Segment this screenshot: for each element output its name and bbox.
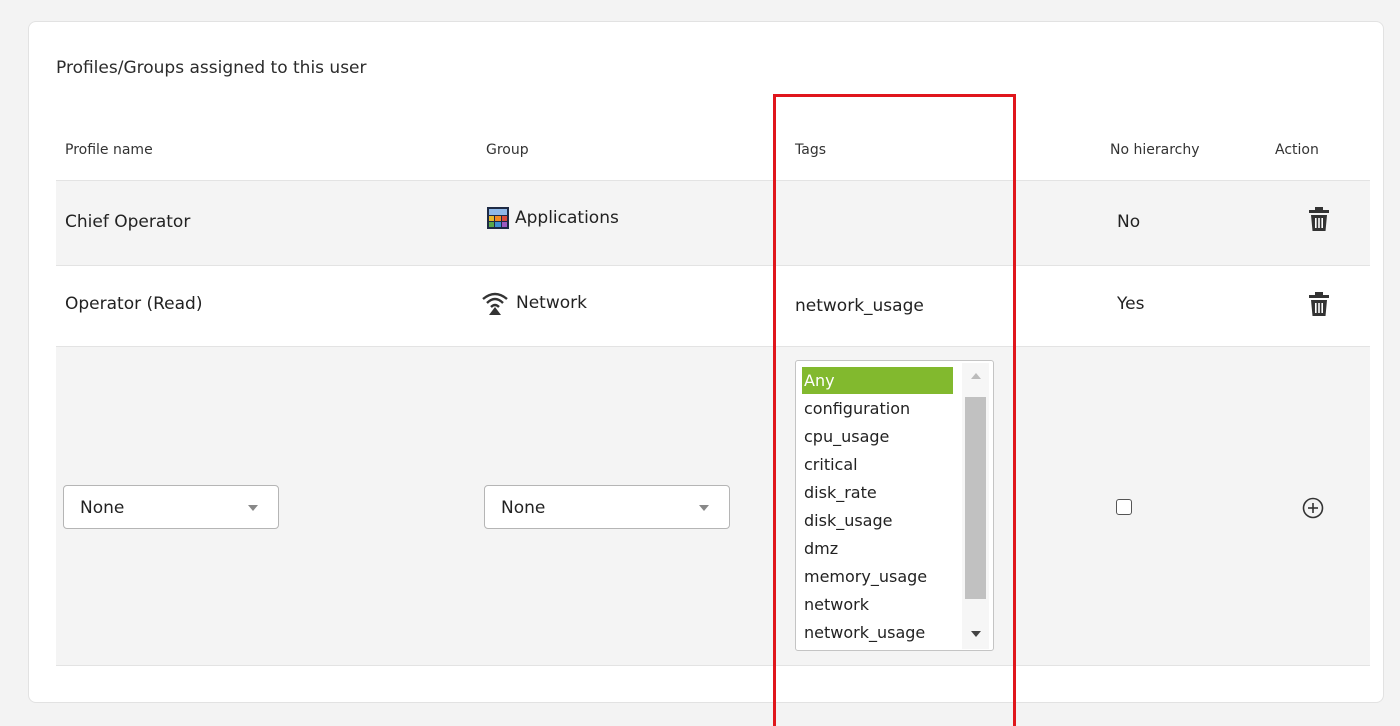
trash-icon[interactable]	[1309, 292, 1329, 316]
scroll-down-icon[interactable]	[971, 631, 981, 637]
group-select[interactable]: None	[484, 485, 730, 529]
add-circle-icon[interactable]	[1302, 497, 1324, 519]
tag-option[interactable]: cpu_usage	[802, 423, 953, 450]
scrollbar-thumb[interactable]	[965, 397, 986, 599]
table-row	[56, 265, 1370, 346]
column-header-profile: Profile name	[65, 142, 153, 158]
tags-multiselect[interactable]: Any configuration cpu_usage critical dis…	[795, 360, 994, 651]
group-select-value: None	[501, 498, 546, 518]
tag-option[interactable]: critical	[802, 451, 953, 478]
column-header-group: Group	[486, 142, 529, 158]
group-name: Network	[516, 293, 587, 313]
no-hierarchy-value: No	[1117, 212, 1141, 232]
tag-option[interactable]: network_usage	[802, 619, 953, 646]
applications-icon	[487, 207, 509, 229]
tag-option[interactable]: disk_rate	[802, 479, 953, 506]
panel-title: Profiles/Groups assigned to this user	[56, 58, 367, 78]
tag-option[interactable]: dmz	[802, 535, 953, 562]
group-cell: Network	[480, 291, 587, 315]
group-name: Applications	[515, 208, 619, 228]
column-header-action: Action	[1275, 142, 1319, 158]
group-cell: Applications	[487, 207, 619, 229]
table-row	[56, 180, 1370, 265]
tag-option[interactable]: Any	[802, 367, 953, 394]
profile-select[interactable]: None	[63, 485, 279, 529]
tags-value: network_usage	[795, 296, 924, 316]
chevron-down-icon	[248, 505, 258, 511]
scrollbar[interactable]	[962, 363, 989, 649]
column-header-tags: Tags	[795, 142, 826, 158]
profile-select-value: None	[80, 498, 125, 518]
profile-name-cell: Chief Operator	[65, 212, 191, 232]
no-hierarchy-checkbox[interactable]	[1116, 499, 1132, 515]
chevron-down-icon	[699, 505, 709, 511]
network-icon	[482, 292, 508, 315]
tag-option[interactable]: configuration	[802, 395, 953, 422]
tag-option[interactable]: disk_usage	[802, 507, 953, 534]
no-hierarchy-value: Yes	[1117, 294, 1145, 314]
tag-option[interactable]: network	[802, 591, 953, 618]
trash-icon[interactable]	[1309, 207, 1329, 231]
profile-name-cell: Operator (Read)	[65, 294, 203, 314]
column-header-no-hierarchy: No hierarchy	[1110, 142, 1200, 158]
tag-option[interactable]: memory_usage	[802, 563, 953, 590]
scroll-up-icon[interactable]	[971, 373, 981, 379]
